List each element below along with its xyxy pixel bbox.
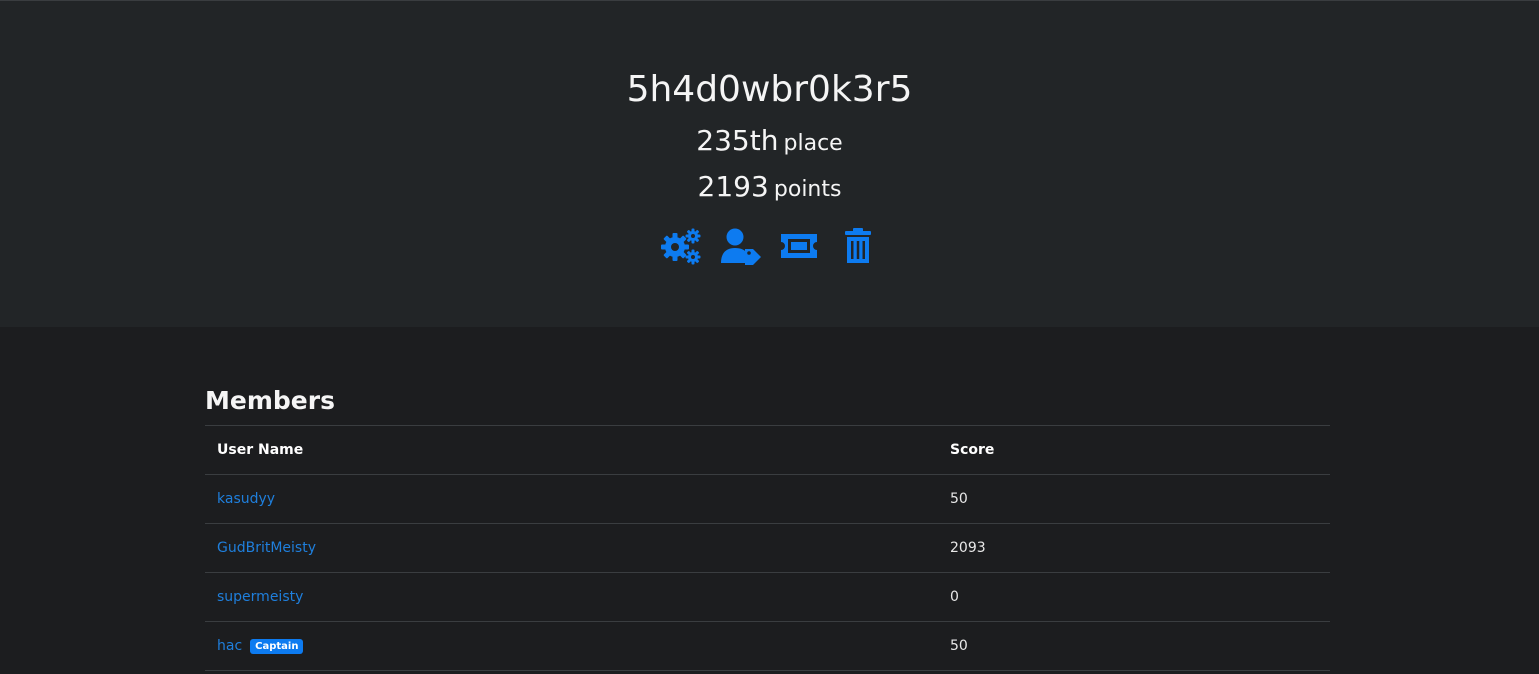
captain-badge: Captain [250,639,304,654]
place-number: 235th [696,124,779,157]
user-name-cell: hac Captain [205,621,938,671]
score-cell: 2093 [938,523,1330,573]
user-name-cell: GudBritMeisty [205,523,938,573]
user-name-cell: kasudyy [205,474,938,524]
column-header-score: Score [938,425,1330,475]
user-link[interactable]: GudBritMeisty [217,540,316,556]
gears-icon[interactable] [660,227,702,265]
user-link[interactable]: supermeisty [217,589,303,605]
place-label: place [783,131,843,156]
column-header-user-name: User Name [205,425,938,475]
table-row: supermeisty 0 [205,572,1330,622]
score-cell: 50 [938,621,1330,671]
team-header: 5h4d0wbr0k3r5 235th place 2193 points [0,0,1539,327]
members-section: Members User Name Score kasudyy 50 GudBr… [205,380,1330,671]
points-label: points [773,177,842,202]
members-table: User Name Score kasudyy 50 GudBritMeisty… [205,425,1330,671]
table-row: hac Captain 50 [205,621,1330,671]
table-row: GudBritMeisty 2093 [205,523,1330,573]
score-cell: 0 [938,572,1330,622]
trash-icon[interactable] [837,227,879,265]
table-header-row: User Name Score [205,425,1330,475]
user-name-cell: supermeisty [205,572,938,622]
members-title: Members [205,386,335,415]
user-link[interactable]: kasudyy [217,491,275,507]
team-name: 5h4d0wbr0k3r5 [626,69,913,110]
team-place: 235th place [0,121,1539,165]
user-link[interactable]: hac [217,638,242,654]
score-cell: 50 [938,474,1330,524]
table-row: kasudyy 50 [205,474,1330,524]
user-tag-icon[interactable] [719,227,761,265]
points-number: 2193 [697,170,769,203]
team-points: 2193 points [0,167,1539,211]
ticket-icon[interactable] [778,227,820,265]
team-actions [0,227,1539,265]
